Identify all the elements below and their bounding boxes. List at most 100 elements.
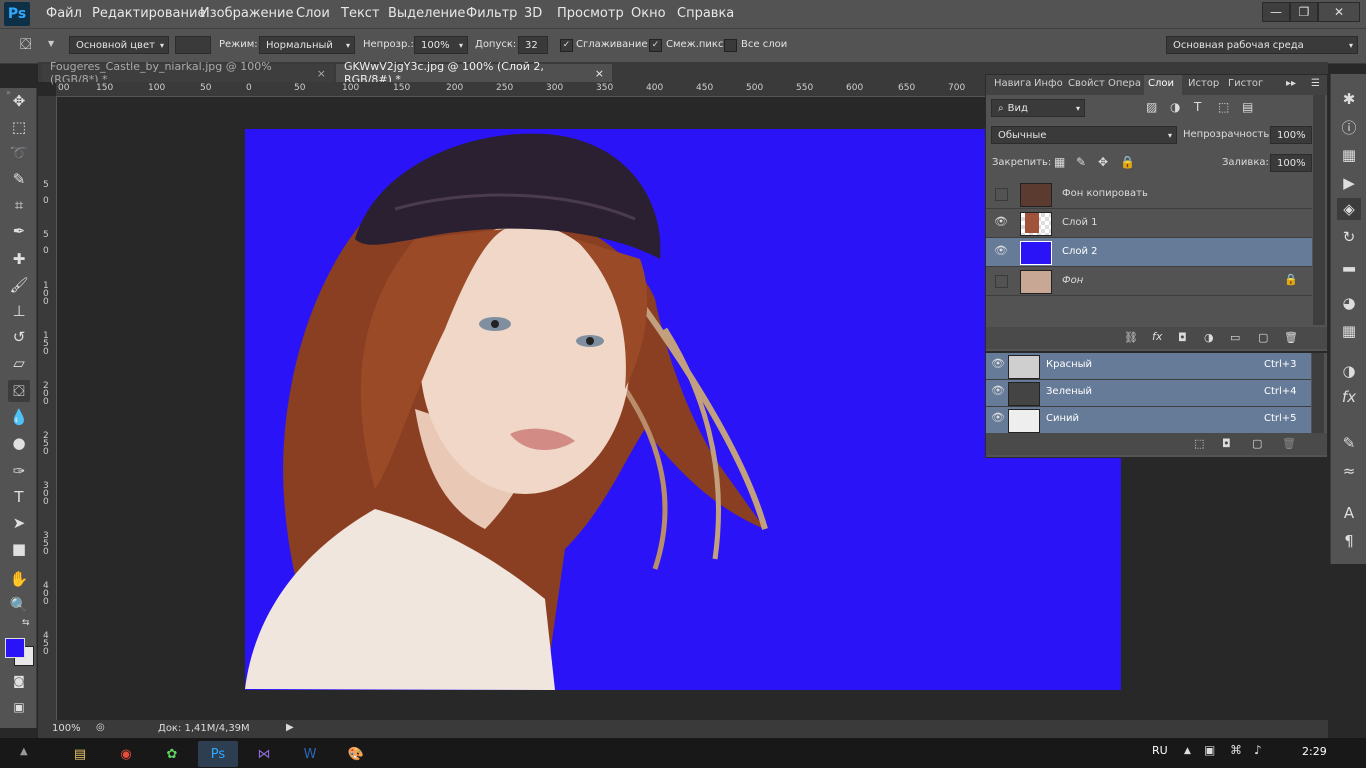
- language-indicator[interactable]: RU: [1152, 744, 1168, 757]
- opacity-input[interactable]: 100% ▾: [414, 36, 468, 54]
- add-mask-icon[interactable]: ◘: [1178, 331, 1187, 344]
- eye-icon[interactable]: 👁: [991, 384, 1005, 397]
- antialias-checkbox[interactable]: ✓: [560, 39, 573, 52]
- quick-select-tool-icon[interactable]: ✎: [8, 168, 30, 190]
- dodge-tool-icon[interactable]: ●: [8, 432, 30, 454]
- swap-colors-icon[interactable]: ⇆: [22, 618, 30, 628]
- blend-mode-select[interactable]: Нормальный ▾: [259, 36, 355, 54]
- new-group-icon[interactable]: ▭: [1230, 331, 1240, 344]
- layer-name[interactable]: Фон: [1062, 275, 1083, 286]
- tab-history[interactable]: Истор: [1188, 78, 1219, 94]
- lock-transparency-icon[interactable]: ▦: [1054, 155, 1065, 169]
- color-icon[interactable]: ◕: [1337, 292, 1361, 314]
- network-icon[interactable]: ⌘: [1230, 743, 1242, 757]
- all-layers-checkbox[interactable]: [724, 39, 737, 52]
- word-icon[interactable]: W: [290, 741, 330, 767]
- path-select-tool-icon[interactable]: ➤: [8, 512, 30, 534]
- panel-collapse-icon[interactable]: ▸▸: [1286, 78, 1296, 89]
- pen-tool-icon[interactable]: ✑: [8, 460, 30, 482]
- swatches-icon[interactable]: ▦: [1337, 320, 1361, 342]
- filter-smart-object-icon[interactable]: ▤: [1242, 100, 1253, 114]
- share-icon[interactable]: ◎: [96, 722, 105, 733]
- eye-icon[interactable]: 👁: [991, 411, 1005, 424]
- adjustments-icon[interactable]: ◑: [1337, 360, 1361, 382]
- file-explorer-icon[interactable]: ▤: [60, 741, 100, 767]
- layer-style-icon[interactable]: fx: [1152, 330, 1162, 343]
- tab-info[interactable]: Инфо: [1034, 78, 1063, 94]
- lock-all-icon[interactable]: 🔒: [1120, 155, 1135, 169]
- eyedropper-tool-icon[interactable]: ✒: [8, 220, 30, 242]
- crop-tool-icon[interactable]: ⌗: [8, 194, 30, 216]
- zoom-tool-icon[interactable]: 🔍: [8, 594, 30, 616]
- blend-mode-select[interactable]: Обычные ▾: [991, 126, 1177, 144]
- tab-navigator[interactable]: Навига: [994, 78, 1031, 94]
- close-window-button[interactable]: ✕: [1318, 2, 1360, 22]
- menu-help[interactable]: Справка: [677, 6, 734, 21]
- tab-histogram[interactable]: Гистог: [1228, 78, 1263, 94]
- quick-mask-icon[interactable]: ◙: [8, 670, 30, 692]
- eye-icon[interactable]: 👁: [994, 215, 1008, 228]
- photoshop-taskbar-icon[interactable]: Ps: [198, 741, 238, 767]
- layer-fill-input[interactable]: 100%: [1270, 154, 1312, 172]
- actions-icon[interactable]: ▶: [1337, 172, 1361, 194]
- properties-icon[interactable]: ▦: [1337, 144, 1361, 166]
- visibility-toggle[interactable]: [995, 188, 1008, 201]
- type-tool-icon[interactable]: T: [8, 486, 30, 508]
- channel-row-red[interactable]: 👁 Красный Ctrl+3: [986, 353, 1311, 380]
- workspace-select[interactable]: Основная рабочая среда ▾: [1166, 36, 1358, 54]
- trash-icon[interactable]: 🗑: [1282, 437, 1296, 450]
- menu-3d[interactable]: 3D: [524, 6, 542, 21]
- new-layer-icon[interactable]: ▢: [1258, 331, 1268, 344]
- eye-icon[interactable]: 👁: [994, 244, 1008, 257]
- zoom-level[interactable]: 100%: [52, 723, 81, 734]
- tab-fougeres-castle[interactable]: Fougeres_Castle_by_niarkal.jpg @ 100% (R…: [42, 60, 334, 86]
- hand-tool-icon[interactable]: ✋: [8, 568, 30, 590]
- volume-icon[interactable]: ♪: [1254, 743, 1262, 757]
- styles-icon[interactable]: fx: [1337, 386, 1361, 408]
- visual-studio-icon[interactable]: ⋈: [244, 741, 284, 767]
- lock-position-icon[interactable]: ✥: [1098, 155, 1108, 169]
- blur-tool-icon[interactable]: 💧: [8, 406, 30, 428]
- menu-file[interactable]: Файл: [46, 6, 82, 21]
- paint-bucket-tool-icon[interactable]: ⛋: [8, 380, 30, 402]
- layer-name[interactable]: Слой 1: [1062, 217, 1098, 228]
- load-selection-icon[interactable]: ⬚: [1194, 437, 1204, 450]
- channels-scrollbar[interactable]: [1312, 353, 1324, 433]
- trash-icon[interactable]: 🗑: [1284, 331, 1298, 344]
- marquee-tool-icon[interactable]: ⬚: [8, 116, 30, 138]
- link-layers-icon[interactable]: ⛓: [1124, 331, 1138, 344]
- layer-row-fon-copy[interactable]: Фон копировать: [986, 180, 1312, 209]
- start-button-icon[interactable]: ▲: [20, 746, 28, 757]
- tab-gkwwv2jgy3c[interactable]: GKWwV2jgY3c.jpg @ 100% (Слой 2, RGB/8#) …: [336, 60, 612, 86]
- lasso-tool-icon[interactable]: ➰: [8, 142, 30, 164]
- restore-button[interactable]: ❐: [1290, 2, 1318, 22]
- save-selection-icon[interactable]: ◘: [1222, 437, 1231, 450]
- menu-edit[interactable]: Редактирование: [92, 6, 205, 21]
- clock[interactable]: 2:29: [1302, 745, 1327, 758]
- histogram-icon[interactable]: ▂: [1337, 252, 1361, 274]
- tolerance-input[interactable]: 32: [518, 36, 548, 54]
- layer-row-sloy-1[interactable]: 👁 Слой 1: [986, 209, 1312, 238]
- menu-view[interactable]: Просмотр: [557, 6, 624, 21]
- panel-menu-icon[interactable]: ☰: [1311, 78, 1320, 89]
- close-tab-icon[interactable]: ×: [317, 67, 326, 80]
- brush-presets-icon[interactable]: ≈: [1337, 460, 1361, 482]
- tab-layers[interactable]: Слои: [1148, 78, 1174, 94]
- fill-source-select[interactable]: Основной цвет ▾: [69, 36, 169, 54]
- menu-layers[interactable]: Слои: [296, 6, 330, 21]
- menu-select[interactable]: Выделение: [388, 6, 465, 21]
- navigator-icon[interactable]: ✱: [1337, 88, 1361, 110]
- menu-filter[interactable]: Фильтр: [466, 6, 517, 21]
- layer-filter-select[interactable]: ⌕ Вид ▾: [991, 99, 1085, 117]
- icq-icon[interactable]: ✿: [152, 741, 192, 767]
- layer-name[interactable]: Фон копировать: [1062, 188, 1148, 199]
- status-menu-arrow-icon[interactable]: ▶: [286, 722, 294, 733]
- layer-name[interactable]: Слой 2: [1062, 246, 1098, 257]
- new-channel-icon[interactable]: ▢: [1252, 437, 1262, 450]
- info-icon[interactable]: ⓘ: [1337, 116, 1361, 138]
- history-brush-tool-icon[interactable]: ↺: [8, 326, 30, 348]
- channel-row-green[interactable]: 👁 Зеленый Ctrl+4: [986, 380, 1311, 407]
- menu-text[interactable]: Текст: [341, 6, 380, 21]
- character-icon[interactable]: A: [1337, 502, 1361, 524]
- history-icon[interactable]: ↻: [1337, 226, 1361, 248]
